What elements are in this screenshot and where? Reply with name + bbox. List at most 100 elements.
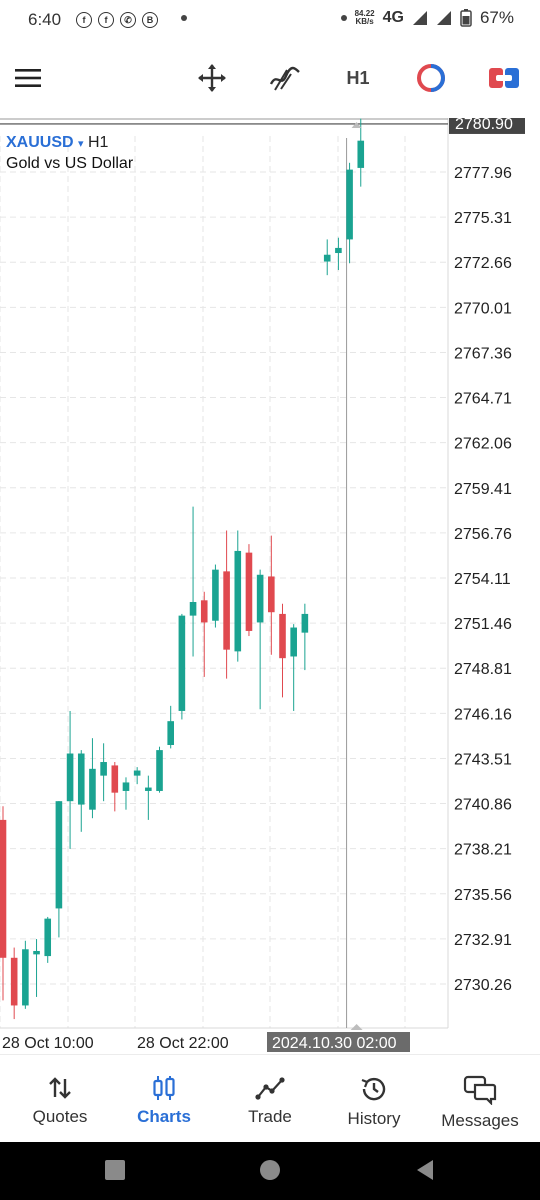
price-axis-label: 2770.01 xyxy=(454,300,512,317)
bull-candle xyxy=(89,768,96,810)
crosshair-time-label: 2024.10.30 02:00 xyxy=(272,1035,397,1052)
menu-icon xyxy=(15,69,41,87)
timeframe-button[interactable]: H1 xyxy=(338,58,378,98)
price-axis-label: 2759.41 xyxy=(454,481,512,498)
price-axis-label: 2754.11 xyxy=(454,571,511,588)
crosshair-button[interactable] xyxy=(192,58,232,98)
system-navigation-bar xyxy=(0,1142,540,1200)
price-axis-label: 2735.56 xyxy=(454,887,512,904)
bull-candle xyxy=(100,762,107,776)
data-dot-icon xyxy=(340,15,347,21)
bull-candle xyxy=(290,627,297,657)
trade-ticket-icon xyxy=(489,68,519,88)
menu-button[interactable] xyxy=(8,58,48,98)
bull-candle xyxy=(22,949,29,1006)
nav-charts[interactable]: Charts xyxy=(110,1055,218,1143)
price-axis-label: 2772.66 xyxy=(454,255,512,272)
bull-candle xyxy=(189,602,197,616)
status-right: 84.22 KB/s 4G 67% xyxy=(340,8,514,28)
history-clock-icon xyxy=(361,1077,386,1101)
nav-trade[interactable]: Trade xyxy=(216,1055,324,1143)
price-axis-label: 2775.31 xyxy=(454,210,512,227)
battery-icon xyxy=(460,9,472,27)
bull-candle xyxy=(323,254,331,262)
bear-candle xyxy=(223,571,230,650)
price-axis-label: 2756.76 xyxy=(454,526,512,543)
nav-history[interactable]: History xyxy=(320,1055,428,1143)
bull-candle xyxy=(212,569,219,621)
move-crosshair-icon xyxy=(198,64,226,92)
facebook-icon: f xyxy=(76,12,92,28)
notification-icons: f f ✆ B xyxy=(76,12,158,28)
bull-candle xyxy=(33,950,40,955)
bull-candle xyxy=(133,770,141,776)
crosshair-marker-bottom-icon xyxy=(350,1024,363,1030)
new-order-button[interactable] xyxy=(484,58,524,98)
nav-label: History xyxy=(347,1109,401,1128)
bottom-navigation: Quotes Charts Trade History Messages xyxy=(0,1054,540,1143)
symbol-name: XAUUSD xyxy=(6,134,74,151)
price-axis-label: 2764.71 xyxy=(454,391,512,408)
b-app-icon: B xyxy=(142,12,158,28)
symbol-timeframe: H1 xyxy=(88,134,109,151)
nav-quotes[interactable]: Quotes xyxy=(6,1055,114,1143)
bull-candle xyxy=(256,574,264,623)
symbol-description: Gold vs US Dollar xyxy=(6,155,134,172)
home-icon[interactable] xyxy=(259,1159,281,1181)
crosshair-marker-top-icon xyxy=(351,122,362,128)
time-axis-label: 28 Oct 22:00 xyxy=(137,1035,229,1052)
bull-candle xyxy=(346,169,353,240)
price-axis-label: 2743.51 xyxy=(454,751,512,768)
bear-candle xyxy=(200,600,208,623)
signal-icon xyxy=(412,11,427,25)
bull-candle xyxy=(357,140,365,168)
timeframe-label: H1 xyxy=(346,67,370,88)
bull-candle xyxy=(335,247,342,254)
bear-candle xyxy=(245,552,253,631)
more-notifications-dot xyxy=(181,15,187,21)
price-axis-label: 2767.36 xyxy=(454,345,512,362)
indicators-icon xyxy=(269,66,300,91)
bull-candle xyxy=(178,615,186,711)
bear-candle xyxy=(268,576,275,613)
nav-label: Trade xyxy=(248,1107,292,1126)
one-click-trading-button[interactable] xyxy=(411,58,451,98)
nav-label: Charts xyxy=(137,1107,191,1126)
nav-label: Quotes xyxy=(32,1107,88,1126)
price-axis-label: 2777.96 xyxy=(454,165,512,182)
time-axis-label: 28 Oct 10:00 xyxy=(2,1035,94,1052)
bull-candle xyxy=(234,550,242,652)
bear-candle xyxy=(279,613,286,659)
recent-apps-icon[interactable] xyxy=(104,1159,126,1181)
bear-candle xyxy=(10,957,18,1006)
chart-toolbar: H1 xyxy=(0,40,540,118)
bull-candle xyxy=(55,801,63,909)
price-axis-label: 2738.21 xyxy=(454,842,512,859)
price-axis-label: 2751.46 xyxy=(454,616,512,633)
back-icon[interactable] xyxy=(414,1159,436,1181)
charts-candles-icon xyxy=(153,1076,175,1100)
whatsapp-icon: ✆ xyxy=(120,12,136,28)
chart-symbol-header[interactable]: XAUUSD ▾ H1 xyxy=(6,134,108,152)
facebook-icon: f xyxy=(98,12,114,28)
symbol-dropdown-icon: ▾ xyxy=(78,138,84,150)
bull-candle xyxy=(77,753,85,805)
price-axis-label: 2740.86 xyxy=(454,797,512,814)
quotes-arrows-icon xyxy=(49,1077,71,1099)
bull-candle xyxy=(156,750,163,791)
one-click-trading-icon xyxy=(417,64,445,92)
bull-candle xyxy=(122,782,130,791)
net-speed: 84.22 KB/s xyxy=(355,10,375,26)
trade-line-icon xyxy=(255,1077,285,1100)
bull-candle xyxy=(145,787,152,791)
messages-icon xyxy=(463,1075,497,1105)
price-axis-label: 2730.26 xyxy=(454,977,512,994)
bear-candle xyxy=(0,819,7,958)
bull-candle xyxy=(44,918,52,957)
nav-messages[interactable]: Messages xyxy=(426,1055,534,1143)
bull-candle xyxy=(66,753,74,802)
nav-label: Messages xyxy=(441,1111,519,1130)
price-chart[interactable]: 2777.96 2775.31 2772.66 2770.01 2767.36 2764.… xyxy=(0,118,540,1054)
indicators-button[interactable] xyxy=(265,58,305,98)
bull-candle xyxy=(167,721,174,745)
